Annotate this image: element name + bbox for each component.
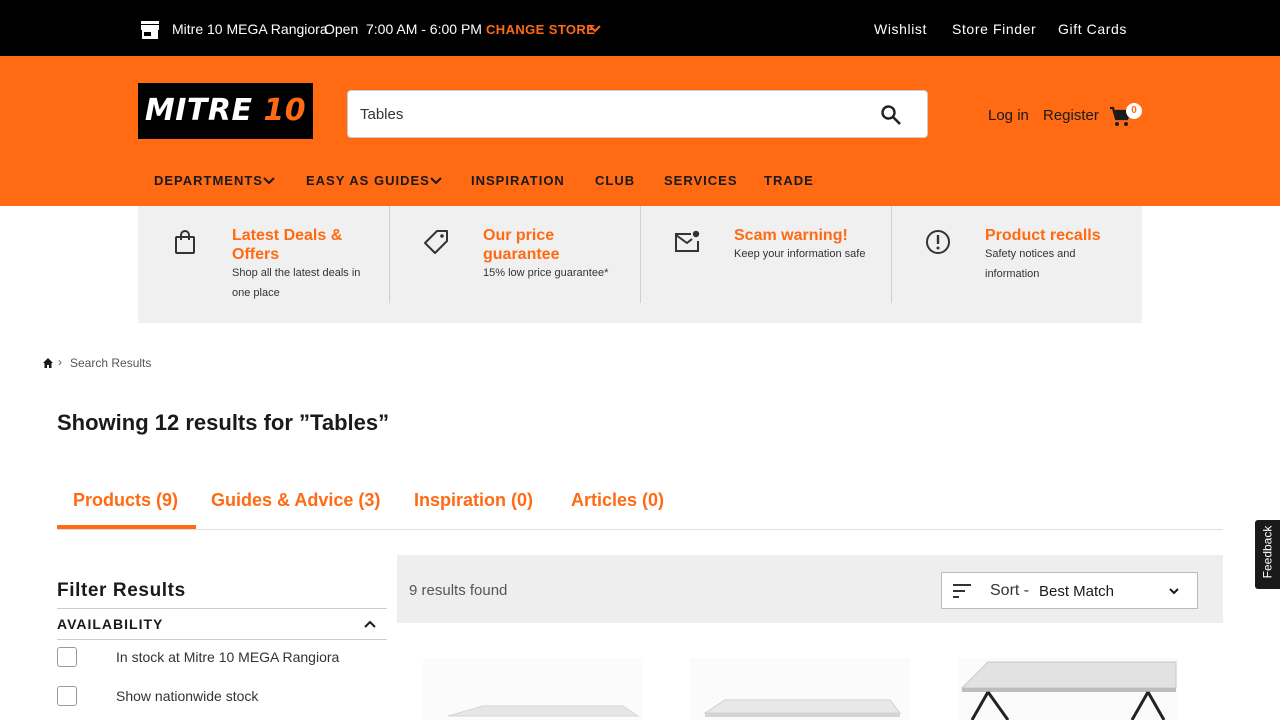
breadcrumb-separator: ›	[58, 355, 62, 369]
chevron-up-icon[interactable]	[363, 619, 377, 629]
filter-title: Filter Results	[57, 580, 186, 601]
divider	[57, 639, 387, 640]
promo-scam-warning[interactable]: Scam warning! Keep your information safe	[640, 206, 891, 303]
cart-count-badge: 0	[1126, 103, 1142, 119]
register-link[interactable]: Register	[1043, 107, 1099, 124]
nav-inspiration[interactable]: INSPIRATION	[471, 173, 565, 188]
nationwide-stock-label: Show nationwide stock	[116, 688, 259, 704]
product-image[interactable]	[690, 658, 910, 720]
logo-text: MITRE 10	[144, 93, 307, 128]
mail-alert-icon	[675, 230, 700, 252]
promo-price-guarantee[interactable]: Our price guarantee 15% low price guaran…	[389, 206, 640, 303]
tab-articles[interactable]: Articles (0)	[571, 490, 664, 511]
feedback-label: Feedback	[1260, 525, 1275, 579]
search-input[interactable]	[360, 101, 860, 127]
chevron-down-icon	[1169, 588, 1179, 595]
results-toolbar: 9 results found Sort - Best Match	[397, 555, 1223, 623]
promo-title: Product recalls	[985, 227, 1101, 244]
product-image[interactable]	[423, 658, 643, 720]
promo-strip: Latest Deals & Offers Shop all the lates…	[138, 206, 1142, 323]
divider	[57, 608, 387, 609]
alert-circle-icon	[926, 230, 950, 254]
store-status: Open	[324, 21, 359, 37]
store-icon	[141, 21, 159, 39]
promo-title: Our price guarantee	[483, 227, 560, 263]
login-link[interactable]: Log in	[988, 107, 1029, 124]
chevron-down-icon	[430, 177, 442, 185]
search-icon[interactable]	[880, 104, 902, 126]
promo-title: Latest Deals & Offers	[232, 227, 343, 263]
search-box	[347, 90, 928, 138]
table-image	[690, 658, 910, 720]
change-store-button[interactable]: CHANGE STORE	[486, 22, 595, 37]
mitre10-logo[interactable]: MITRE 10	[138, 83, 313, 139]
shopping-bag-icon	[175, 230, 195, 254]
chevron-down-icon	[263, 177, 275, 185]
sort-label: Sort -	[990, 582, 1030, 599]
nav-departments[interactable]: DEPARTMENTS	[154, 173, 263, 188]
sort-value: Best Match	[1039, 583, 1115, 600]
availability-heading[interactable]: AVAILABILITY	[57, 616, 163, 632]
sort-select[interactable]: Sort - Best Match	[941, 572, 1198, 609]
divider	[57, 529, 1223, 530]
store-name: Mitre 10 MEGA Rangiora	[172, 21, 328, 37]
product-image[interactable]	[958, 658, 1178, 720]
feedback-tab[interactable]: Feedback	[1255, 520, 1280, 589]
promo-subtitle: Safety notices and information	[985, 248, 1076, 280]
gift-cards-link[interactable]: Gift Cards	[1058, 21, 1127, 37]
nationwide-stock-checkbox[interactable]	[57, 686, 77, 706]
tab-guides-advice[interactable]: Guides & Advice (3)	[211, 490, 380, 511]
results-count: 9 results found	[409, 582, 508, 599]
nav-trade[interactable]: TRADE	[764, 173, 814, 188]
nav-easy-as-guides[interactable]: EASY AS GUIDES	[306, 173, 430, 188]
chevron-down-icon	[589, 25, 601, 33]
nav-services[interactable]: SERVICES	[664, 173, 738, 188]
page-title: Showing 12 results for ”Tables”	[57, 410, 390, 435]
promo-subtitle: 15% low price guarantee*	[483, 267, 609, 279]
tab-inspiration[interactable]: Inspiration (0)	[414, 490, 533, 511]
top-bar: Mitre 10 MEGA Rangiora Open 7:00 AM - 6:…	[0, 0, 1280, 56]
promo-deals[interactable]: Latest Deals & Offers Shop all the lates…	[138, 206, 389, 303]
breadcrumb-current: Search Results	[70, 356, 152, 370]
promo-subtitle: Shop all the latest deals in one place	[232, 267, 361, 299]
promo-title: Scam warning!	[734, 227, 848, 244]
price-tag-icon	[424, 230, 448, 254]
tab-products[interactable]: Products (9)	[73, 490, 178, 511]
sort-icon	[953, 584, 971, 598]
store-finder-link[interactable]: Store Finder	[952, 21, 1036, 37]
wishlist-link[interactable]: Wishlist	[874, 21, 927, 37]
promo-product-recalls[interactable]: Product recalls Safety notices and infor…	[891, 206, 1142, 303]
home-icon[interactable]	[42, 357, 54, 369]
site-header: MITRE 10 Log in Register 0 DEPARTMENTS E…	[0, 56, 1280, 206]
nav-club[interactable]: CLUB	[595, 173, 635, 188]
in-stock-label: In stock at Mitre 10 MEGA Rangiora	[116, 649, 340, 665]
store-hours: 7:00 AM - 6:00 PM	[366, 21, 482, 37]
table-image	[958, 658, 1178, 720]
table-image	[423, 658, 643, 720]
in-stock-checkbox[interactable]	[57, 647, 77, 667]
promo-subtitle: Keep your information safe	[734, 248, 866, 260]
